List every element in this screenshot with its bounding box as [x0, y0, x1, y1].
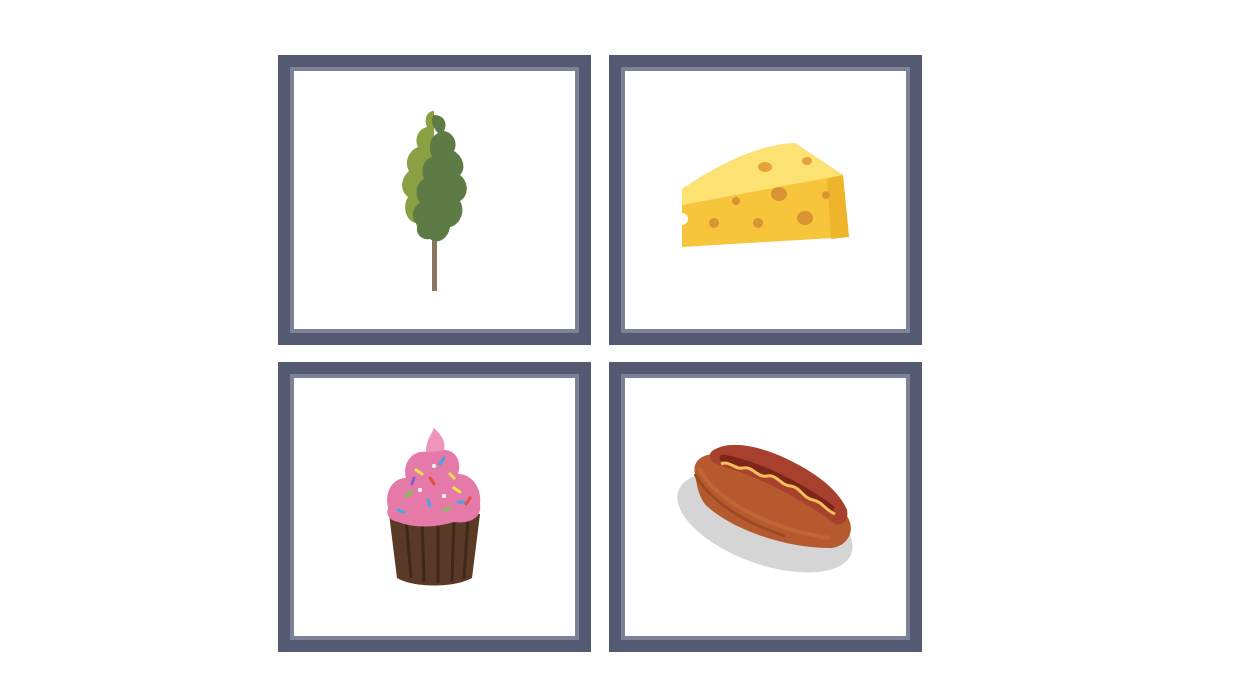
cheese-icon [676, 143, 849, 247]
picture-card-hot-dog[interactable] [609, 362, 922, 652]
picture-card-cheese[interactable] [609, 55, 922, 345]
cupcake-icon [387, 428, 481, 586]
picture-card-tree[interactable] [278, 55, 591, 345]
picture-card-cupcake[interactable] [278, 362, 591, 652]
hot-dog-icon [677, 444, 853, 573]
picture-grid [0, 0, 1258, 700]
tree-icon [402, 111, 467, 291]
